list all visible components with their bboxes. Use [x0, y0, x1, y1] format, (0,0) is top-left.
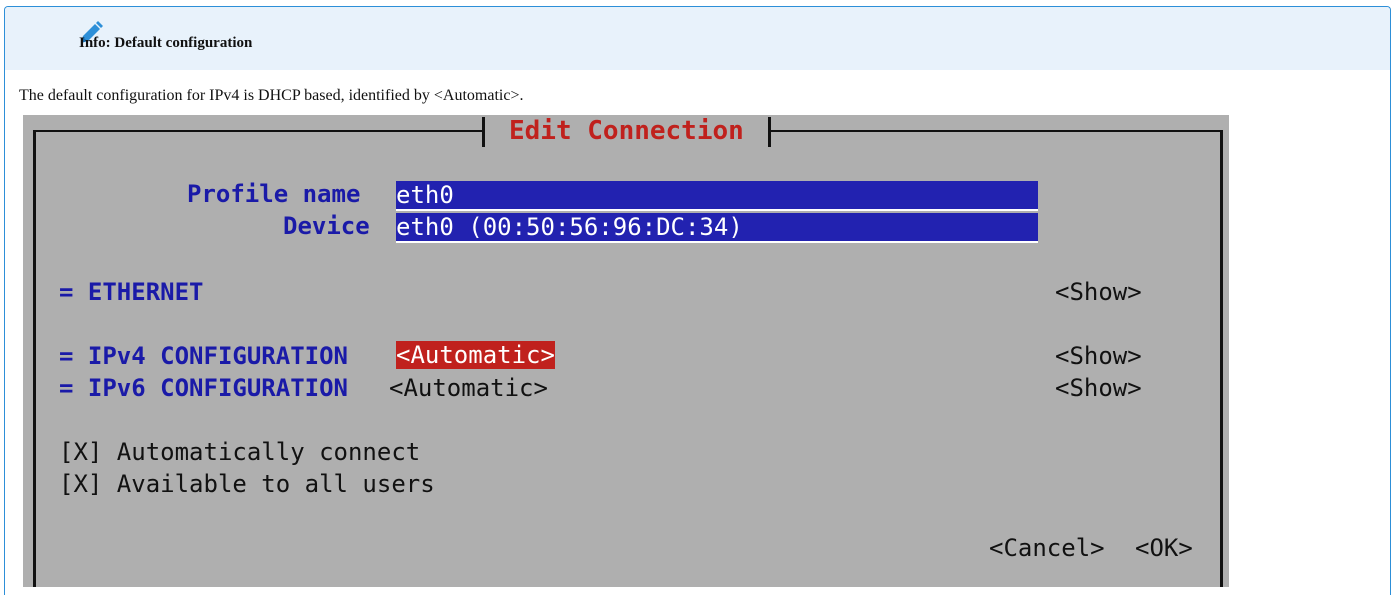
device-field[interactable]: eth0 (00:50:56:96:DC:34) [396, 213, 1038, 243]
profile-name-label: Profile name [187, 180, 361, 208]
auto-connect-checkbox[interactable]: [X] Automatically connect [59, 437, 420, 467]
ipv4-section: = IPv4 CONFIGURATION [59, 342, 348, 370]
profile-name-field[interactable]: eth0 [396, 181, 1038, 211]
ipv4-show-button[interactable]: <Show> [1055, 341, 1142, 371]
all-users-checkbox[interactable]: [X] Available to all users [59, 469, 435, 499]
ipv6-show-button[interactable]: <Show> [1055, 373, 1142, 403]
terminal-screenshot: Edit Connection Profile name eth0 Device… [23, 115, 1229, 587]
info-callout: Info: Default configuration The default … [4, 6, 1391, 595]
ipv6-section: = IPv6 CONFIGURATION [59, 374, 348, 402]
dialog-title: Edit Connection [482, 117, 771, 147]
ipv6-mode-select[interactable]: <Automatic> [389, 373, 548, 403]
device-label: Device [283, 212, 370, 240]
callout-header: Info: Default configuration [5, 7, 1390, 70]
ethernet-section[interactable]: = ETHERNET [59, 277, 204, 307]
callout-text: The default configuration for IPv4 is DH… [19, 87, 524, 104]
callout-title: Info: Default configuration [79, 35, 253, 51]
cancel-button[interactable]: <Cancel> [989, 533, 1105, 563]
ethernet-show-button[interactable]: <Show> [1055, 277, 1142, 307]
ipv4-mode-select[interactable]: <Automatic> [396, 341, 555, 369]
ok-button[interactable]: <OK> [1135, 533, 1193, 563]
